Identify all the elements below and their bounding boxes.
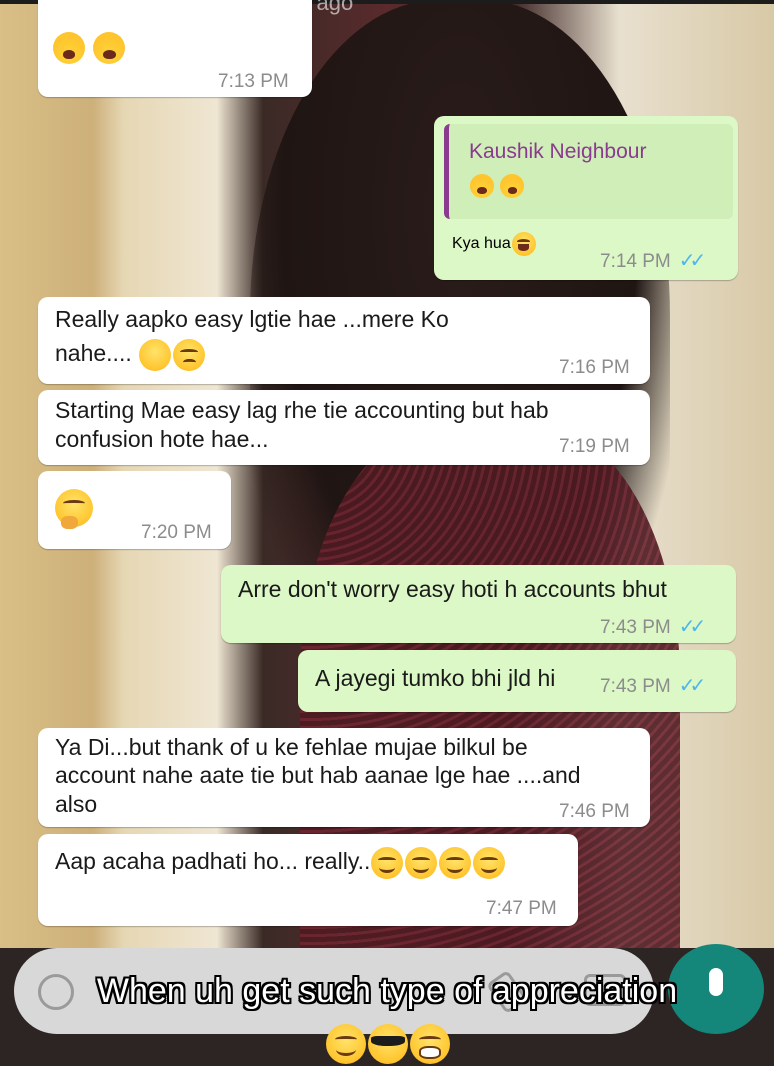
message-time: 7:13 PM <box>218 71 289 92</box>
message-text-line: Ya Di...but thank of u ke fehlae mujae b… <box>55 734 528 760</box>
read-receipt-icon: ✓✓ <box>678 616 706 638</box>
message-time: 7:43 PM ✓✓ <box>600 613 706 642</box>
message-text-line: Starting Mae easy lag rhe tie accounting… <box>55 397 549 423</box>
quoted-emojis <box>469 174 525 198</box>
grimacing-face-icon <box>410 1024 450 1064</box>
smiling-face-icon <box>439 847 472 879</box>
message-text-line: Really aapko easy lgtie hae ...mere Ko <box>55 306 449 332</box>
read-receipt-icon: ✓✓ <box>678 250 706 272</box>
read-receipt-icon: ✓✓ <box>678 675 706 697</box>
meme-caption: When uh get such type of appreciation <box>96 972 678 1010</box>
message-bubble-incoming[interactable]: Ya Di...but thank of u ke fehlae mujae b… <box>38 728 650 827</box>
thinking-face-icon <box>55 489 93 530</box>
message-text-line: confusion hote hae... <box>55 426 269 452</box>
smiling-face-icon <box>371 847 404 879</box>
message-text: Aap acaha padhati ho... really.. <box>55 847 506 879</box>
face-screaming-in-fear-icon <box>500 174 525 198</box>
message-time: 7:19 PM <box>559 436 630 457</box>
message-bubble-incoming[interactable]: Aap acaha padhati ho... really.. 7:47 PM <box>38 834 578 926</box>
message-time: 7:47 PM <box>486 898 557 919</box>
message-text: A jayegi tumko bhi jld hi <box>315 665 556 691</box>
quoted-sender-name: Kaushik Neighbour <box>469 140 647 163</box>
face-screaming-in-fear-icon <box>93 32 126 64</box>
message-time: 7:46 PM <box>559 801 630 822</box>
message-emojis <box>52 32 126 64</box>
message-bubble-incoming[interactable]: 7:20 PM <box>38 471 231 549</box>
message-time: 7:43 PM ✓✓ <box>600 672 706 701</box>
message-time: 7:20 PM <box>141 522 212 543</box>
face-with-tears-of-joy-icon <box>511 232 536 256</box>
message-emojis <box>54 489 94 530</box>
message-bubble-incoming[interactable]: Starting Mae easy lag rhe tie accounting… <box>38 390 650 465</box>
smiling-face-with-sunglasses-icon <box>368 1024 408 1064</box>
face-screaming-in-fear-icon <box>53 32 85 64</box>
face-screaming-in-fear-icon <box>470 174 494 198</box>
message-bubble-incoming[interactable]: 7:13 PM <box>38 0 312 97</box>
message-time: 7:14 PM ✓✓ <box>600 250 706 272</box>
smiling-face-icon <box>405 847 438 879</box>
crying-face-icon <box>173 339 206 371</box>
crying-face-icon <box>139 339 172 371</box>
smiling-face-icon <box>473 847 506 879</box>
smiling-face-icon <box>326 1024 366 1064</box>
message-text-line: nahe.... <box>55 339 206 371</box>
message-text: Arre don't worry easy hoti h accounts bh… <box>238 576 667 602</box>
message-text: Kya hua <box>452 232 537 256</box>
message-bubble-outgoing[interactable]: Arre don't worry easy hoti h accounts bh… <box>221 565 736 643</box>
message-bubble-incoming[interactable]: Really aapko easy lgtie hae ...mere Ko n… <box>38 297 650 384</box>
quoted-reply[interactable]: Kaushik Neighbour <box>444 124 733 219</box>
message-text-line: account nahe aate tie but hab aanae lge … <box>55 762 581 788</box>
message-text-line: also <box>55 791 98 817</box>
caption-emojis <box>318 1024 458 1064</box>
message-time: 7:16 PM <box>559 357 630 378</box>
message-bubble-outgoing[interactable]: A jayegi tumko bhi jld hi 7:43 PM ✓✓ <box>298 650 736 712</box>
